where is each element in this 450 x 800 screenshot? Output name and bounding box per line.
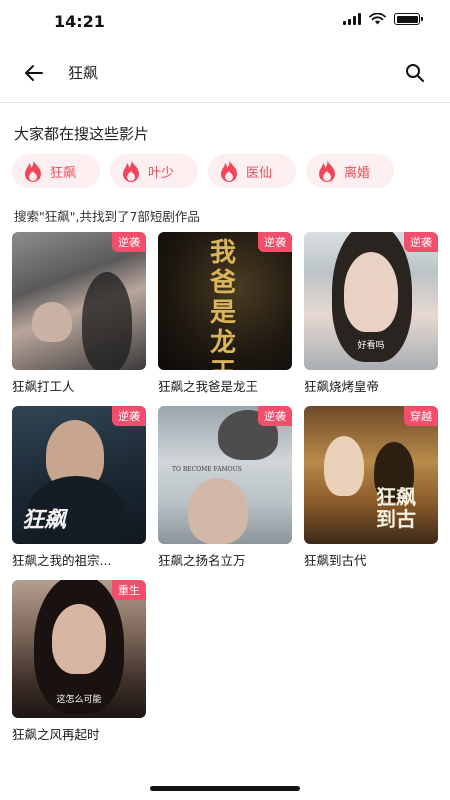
drama-title: 狂飙到古代 [304, 553, 367, 568]
genre-badge: 穿越 [404, 406, 438, 426]
arrow-left-icon [25, 65, 43, 81]
header-divider [0, 102, 450, 103]
status-time: 14:21 [54, 12, 105, 31]
drama-title: 狂飙之我爸是龙王 [158, 379, 259, 394]
results-grid: 逆袭 狂飙打工人 我爸是龙王 逆袭 狂飙之我爸是龙王 好看吗 逆袭 狂飙烧烤皇帝… [12, 232, 438, 744]
hot-tags: 狂飙 叶少 医仙 离婚 [12, 154, 394, 188]
hot-tag[interactable]: 狂飙 [12, 154, 100, 188]
hot-tag-label: 医仙 [246, 165, 273, 181]
result-summary: 搜索"狂飙",共找到了7部短剧作品 [14, 209, 200, 224]
poster-title-text: 我爸是龙王 [210, 238, 237, 370]
poster-image: 逆袭 [12, 232, 146, 370]
genre-badge: 逆袭 [112, 406, 146, 426]
hot-tag-label: 狂飙 [50, 165, 77, 181]
drama-title: 狂飙之我的祖宗... [12, 553, 112, 568]
genre-badge: 逆袭 [404, 232, 438, 252]
drama-title: 狂飙之扬名立万 [158, 553, 246, 568]
drama-card[interactable]: 这怎么可能 重生 狂飙之风再起时 [12, 580, 146, 744]
flame-icon [123, 160, 139, 182]
flame-icon [25, 160, 41, 182]
flame-icon [221, 160, 237, 182]
drama-card[interactable]: 狂飙 逆袭 狂飙之我的祖宗... [12, 406, 146, 570]
genre-badge: 逆袭 [258, 232, 292, 252]
hot-tag-label: 离婚 [344, 165, 371, 181]
hot-tag[interactable]: 医仙 [208, 154, 296, 188]
poster-title-text: 狂飙 [22, 507, 67, 533]
poster-title-text: 狂飙到古 [376, 485, 416, 531]
hot-tag[interactable]: 叶少 [110, 154, 198, 188]
poster-image: 好看吗 逆袭 [304, 232, 438, 370]
search-button[interactable] [402, 60, 428, 86]
genre-badge: 重生 [112, 580, 146, 600]
drama-card[interactable]: 狂飙到古 穿越 狂飙到古代 [304, 406, 438, 570]
hot-search-title: 大家都在搜这些影片 [14, 125, 150, 143]
wifi-icon [369, 13, 386, 25]
back-button[interactable] [20, 60, 48, 86]
drama-title: 狂飙之风再起时 [12, 727, 100, 742]
subtitle-caption: 这怎么可能 [56, 695, 102, 705]
drama-card[interactable]: TO BECOME FAMOUS 逆袭 狂飙之扬名立万 [158, 406, 292, 570]
hot-tag[interactable]: 离婚 [306, 154, 394, 188]
battery-icon [394, 13, 423, 25]
search-header: 狂飙 [0, 50, 450, 96]
poster-image: 这怎么可能 重生 [12, 580, 146, 718]
home-indicator[interactable] [150, 786, 300, 791]
poster-image: 狂飙 逆袭 [12, 406, 146, 544]
flame-icon [319, 160, 335, 182]
poster-image: 狂飙到古 穿越 [304, 406, 438, 544]
genre-badge: 逆袭 [258, 406, 292, 426]
status-icons [343, 13, 423, 25]
search-icon [406, 64, 424, 82]
poster-title-text: TO BECOME FAMOUS [172, 466, 242, 473]
status-bar: 14:21 [0, 0, 450, 44]
drama-title: 狂飙烧烤皇帝 [304, 379, 380, 394]
drama-card[interactable]: 我爸是龙王 逆袭 狂飙之我爸是龙王 [158, 232, 292, 396]
drama-title: 狂飙打工人 [12, 379, 75, 394]
cellular-signal-icon [343, 13, 361, 25]
search-query[interactable]: 狂飙 [68, 62, 98, 83]
genre-badge: 逆袭 [112, 232, 146, 252]
drama-card[interactable]: 逆袭 狂飙打工人 [12, 232, 146, 396]
drama-card[interactable]: 好看吗 逆袭 狂飙烧烤皇帝 [304, 232, 438, 396]
hot-tag-label: 叶少 [148, 165, 175, 181]
poster-image: 我爸是龙王 逆袭 [158, 232, 292, 370]
poster-image: TO BECOME FAMOUS 逆袭 [158, 406, 292, 544]
subtitle-caption: 好看吗 [357, 341, 385, 351]
